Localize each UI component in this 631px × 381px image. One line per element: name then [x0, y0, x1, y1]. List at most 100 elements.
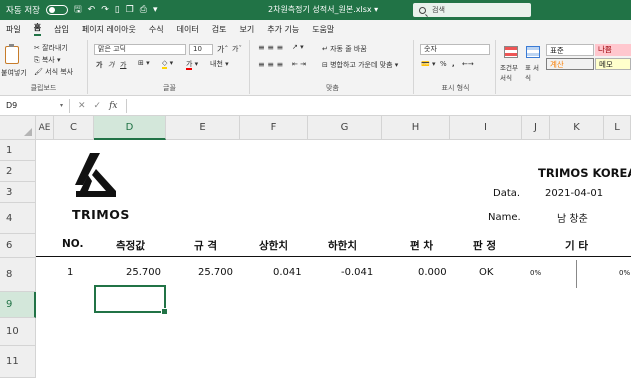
search-box[interactable]: 검색: [413, 3, 531, 17]
cut-button[interactable]: ✂ 잘라내기: [34, 43, 68, 53]
name-box-dropdown-icon[interactable]: ▾: [60, 99, 63, 113]
cell-deviation[interactable]: 0.000: [418, 267, 447, 278]
phonetic-button[interactable]: 내천 ▾: [210, 59, 229, 69]
cell-upper[interactable]: 0.041: [273, 267, 302, 278]
row-header[interactable]: 8: [0, 258, 36, 292]
wrap-text-button[interactable]: ↵ 자동 줄 바꿈: [322, 44, 367, 54]
merge-center-button[interactable]: ⊟ 병합하고 가운데 맞춤 ▾: [322, 60, 398, 70]
orientation-button[interactable]: ↗ ▾: [292, 43, 304, 51]
ribbon-tabs: 파일 홈 삽입 페이지 레이아웃 수식 데이터 검토 보기 추가 기능 도움말: [0, 20, 631, 38]
shrink-font-button[interactable]: 가ˇ: [232, 44, 242, 54]
tab-page-layout[interactable]: 페이지 레이아웃: [82, 24, 136, 35]
print-icon[interactable]: ⎙: [140, 5, 147, 15]
autosave-toggle[interactable]: [45, 5, 68, 15]
tab-home[interactable]: 홈: [33, 22, 42, 36]
number-format-select[interactable]: 숫자: [420, 44, 490, 55]
percent-button[interactable]: %: [440, 60, 447, 68]
select-all-corner[interactable]: [0, 116, 36, 140]
cell-pct-2[interactable]: 0%: [619, 269, 630, 277]
column-header[interactable]: H: [382, 116, 450, 140]
format-painter-button[interactable]: 🖌 서식 복사: [34, 67, 73, 77]
bold-button[interactable]: 가: [96, 60, 102, 70]
cell-pct-1[interactable]: 0%: [530, 269, 541, 277]
indent-button[interactable]: ⇤ ⇥: [292, 60, 306, 68]
styles-group: 조건부 서식 표 서식 표준 나쁨 계산 메모: [498, 40, 631, 94]
column-header[interactable]: C: [54, 116, 94, 140]
format-as-table-button[interactable]: 표 서식: [525, 62, 543, 82]
new-file-icon[interactable]: ▯: [115, 5, 120, 15]
column-header[interactable]: K: [550, 116, 604, 140]
search-placeholder: 검색: [432, 6, 445, 14]
undo-icon[interactable]: ↶: [88, 5, 96, 15]
worksheet-grid[interactable]: AE C D E F G H I J K L 1 2 3 4 6 8 9 10 …: [0, 116, 631, 381]
column-header[interactable]: F: [240, 116, 308, 140]
column-header[interactable]: G: [308, 116, 382, 140]
tab-data[interactable]: 데이터: [177, 24, 199, 35]
name-value: 남 창춘: [557, 214, 588, 225]
font-name-select[interactable]: 맑은 고딕: [94, 44, 186, 55]
enter-icon[interactable]: ✓: [94, 101, 102, 111]
number-group-label: 표시 형식: [441, 84, 470, 92]
comma-button[interactable]: ,: [452, 60, 455, 68]
decimal-buttons[interactable]: ←→: [462, 60, 474, 68]
customize-toolbar-icon[interactable]: ▾: [153, 5, 158, 15]
tab-insert[interactable]: 삽입: [54, 24, 69, 35]
column-header[interactable]: E: [166, 116, 240, 140]
save-icon[interactable]: 🖫: [74, 5, 82, 15]
borders-button[interactable]: ⊞ ▾: [138, 59, 150, 67]
paste-button[interactable]: 붙여넣기: [1, 68, 27, 78]
italic-button[interactable]: 가: [108, 60, 114, 70]
tab-formulas[interactable]: 수식: [149, 24, 164, 35]
tab-review[interactable]: 검토: [212, 24, 227, 35]
row-header[interactable]: 1: [0, 140, 36, 161]
font-color-button[interactable]: 가 ▾: [186, 59, 198, 70]
name-box[interactable]: D9 ▾: [4, 98, 70, 113]
row-header[interactable]: 10: [0, 318, 36, 346]
conditional-format-icon[interactable]: [504, 46, 518, 58]
cell-result[interactable]: OK: [479, 267, 493, 278]
font-size-select[interactable]: 10: [189, 44, 213, 55]
column-header[interactable]: D: [94, 116, 166, 140]
fill-color-button[interactable]: ◇ ▾: [162, 59, 173, 69]
redo-icon[interactable]: ↷: [101, 5, 109, 15]
cell-lower[interactable]: -0.041: [341, 267, 373, 278]
row-header[interactable]: 3: [0, 182, 36, 203]
align-top-button[interactable]: ≡ ≡ ≡: [258, 43, 283, 52]
paste-icon[interactable]: [5, 44, 19, 64]
tab-help[interactable]: 도움말: [312, 24, 334, 35]
style-note[interactable]: 메모: [595, 58, 631, 70]
insert-function-icon[interactable]: fx: [109, 101, 117, 111]
format-as-table-icon[interactable]: [526, 46, 540, 58]
style-calculation[interactable]: 계산: [546, 58, 594, 70]
column-header[interactable]: I: [450, 116, 522, 140]
tab-view[interactable]: 보기: [239, 24, 254, 35]
column-header[interactable]: L: [604, 116, 631, 140]
cell-no[interactable]: 1: [67, 267, 73, 278]
cell-spec[interactable]: 25.700: [198, 267, 233, 278]
row-header[interactable]: 2: [0, 161, 36, 182]
cancel-icon[interactable]: ✕: [78, 101, 86, 111]
bar-divider: [576, 260, 577, 288]
style-bad[interactable]: 나쁨: [595, 44, 631, 56]
row-header[interactable]: 4: [0, 203, 36, 234]
row-header[interactable]: 11: [0, 346, 36, 378]
ribbon: 붙여넣기 ✂ 잘라내기 ⎘ 복사 ▾ 🖌 서식 복사 클립보드 맑은 고딕 10…: [0, 38, 631, 96]
row-header[interactable]: 6: [0, 234, 36, 258]
tab-file[interactable]: 파일: [6, 24, 21, 35]
underline-button[interactable]: 가: [120, 60, 126, 70]
align-left-button[interactable]: ≡ ≡ ≡: [258, 60, 283, 69]
tab-addins[interactable]: 추가 기능: [267, 24, 299, 35]
alignment-group: ≡ ≡ ≡ ↗ ▾ ↵ 자동 줄 바꿈 ≡ ≡ ≡ ⇤ ⇥ ⊟ 병합하고 가운데…: [252, 40, 414, 94]
copy-button[interactable]: ⎘ 복사 ▾: [34, 55, 60, 65]
preview-icon[interactable]: ❐: [126, 5, 134, 15]
accounting-button[interactable]: 💳 ▾: [421, 60, 435, 68]
conditional-format-button[interactable]: 조건부 서식: [500, 62, 522, 82]
column-header[interactable]: AE: [36, 116, 54, 140]
active-cell-d9[interactable]: [94, 285, 168, 315]
grow-font-button[interactable]: 가ˆ: [217, 44, 228, 55]
column-header[interactable]: J: [522, 116, 550, 140]
row-header[interactable]: 9: [0, 292, 36, 318]
style-normal[interactable]: 표준: [546, 44, 594, 56]
cell-measured[interactable]: 25.700: [126, 267, 161, 278]
formula-input[interactable]: [125, 98, 631, 113]
